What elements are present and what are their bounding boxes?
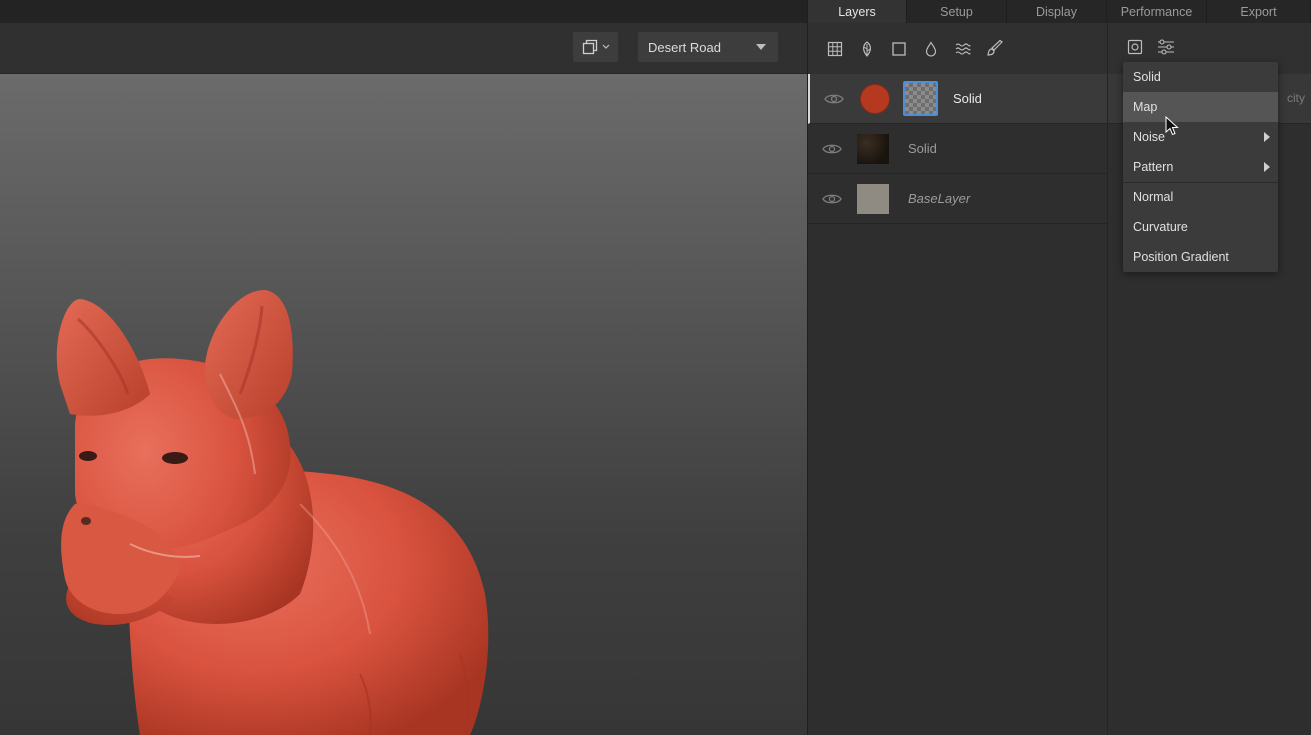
grid-icon[interactable] [826,40,844,58]
square-icon[interactable] [890,40,908,58]
panel-tabs: Layers Setup Display Performance Export [808,0,1311,23]
menu-item-label: Position Gradient [1133,250,1229,264]
viewport-title-strip [0,0,807,23]
menu-item-curvature[interactable]: Curvature [1123,212,1278,242]
tab-display[interactable]: Display [1007,0,1107,23]
layer-mask-thumbnail[interactable] [903,81,938,116]
eye-icon[interactable] [824,91,844,107]
layer-row[interactable]: BaseLayer [808,174,1107,224]
viewport-canvas[interactable] [0,74,807,735]
menu-item-label: Pattern [1133,160,1174,174]
menu-item-label: Map [1133,100,1158,114]
submenu-arrow-icon [1264,132,1270,142]
layer-row[interactable]: Solid [808,74,1107,124]
tab-setup[interactable]: Setup [907,0,1007,23]
layer-color-swatch[interactable] [860,84,890,114]
menu-item-noise[interactable]: Noise [1123,122,1278,152]
window-layout-icon [582,39,598,55]
add-fill-menu: Solid Map Noise Pattern Normal Curvature… [1123,62,1278,272]
view-layout-button[interactable] [573,32,618,62]
submenu-arrow-icon [1264,162,1270,172]
opacity-label: city [1287,91,1305,105]
viewport-toolbar: Desert Road [0,23,807,74]
menu-item-pattern[interactable]: Pattern [1123,152,1278,182]
layer-row[interactable]: Solid [808,124,1107,174]
chevron-down-icon [602,44,610,50]
waves-icon[interactable] [954,40,972,58]
menu-item-solid[interactable]: Solid [1123,62,1278,92]
sliders-icon[interactable] [1157,39,1175,58]
layer-name: BaseLayer [908,191,971,206]
menu-item-label: Solid [1133,70,1161,84]
tab-layers[interactable]: Layers [808,0,907,23]
menu-item-label: Noise [1133,130,1165,144]
menu-item-normal[interactable]: Normal [1123,182,1278,212]
menu-item-label: Curvature [1133,220,1188,234]
mouse-cursor-icon [1165,115,1179,136]
fox-model-render [56,289,489,735]
layer-toolbar [808,23,1107,74]
eye-icon[interactable] [822,141,842,157]
menu-item-label: Normal [1133,190,1174,204]
environment-select[interactable]: Desert Road [638,32,778,62]
3d-viewport[interactable]: Desert Road [0,0,807,735]
tab-performance[interactable]: Performance [1107,0,1207,23]
tab-export[interactable]: Export [1207,0,1311,23]
leaf-icon[interactable] [858,40,876,58]
menu-item-position-gradient[interactable]: Position Gradient [1123,242,1278,272]
target-icon[interactable] [1127,39,1143,58]
environment-select-value: Desert Road [648,39,721,55]
brush-icon[interactable] [986,39,1004,58]
drop-icon[interactable] [922,40,940,58]
eye-icon[interactable] [822,191,842,207]
layer-texture-thumbnail[interactable] [857,134,889,164]
layers-panel: Solid Solid BaseLayer [808,23,1107,735]
layer-base-thumbnail[interactable] [857,184,889,214]
caret-down-icon [756,44,766,50]
layer-name: Solid [953,91,982,106]
layer-name: Solid [908,141,937,156]
menu-item-map[interactable]: Map [1123,92,1278,122]
